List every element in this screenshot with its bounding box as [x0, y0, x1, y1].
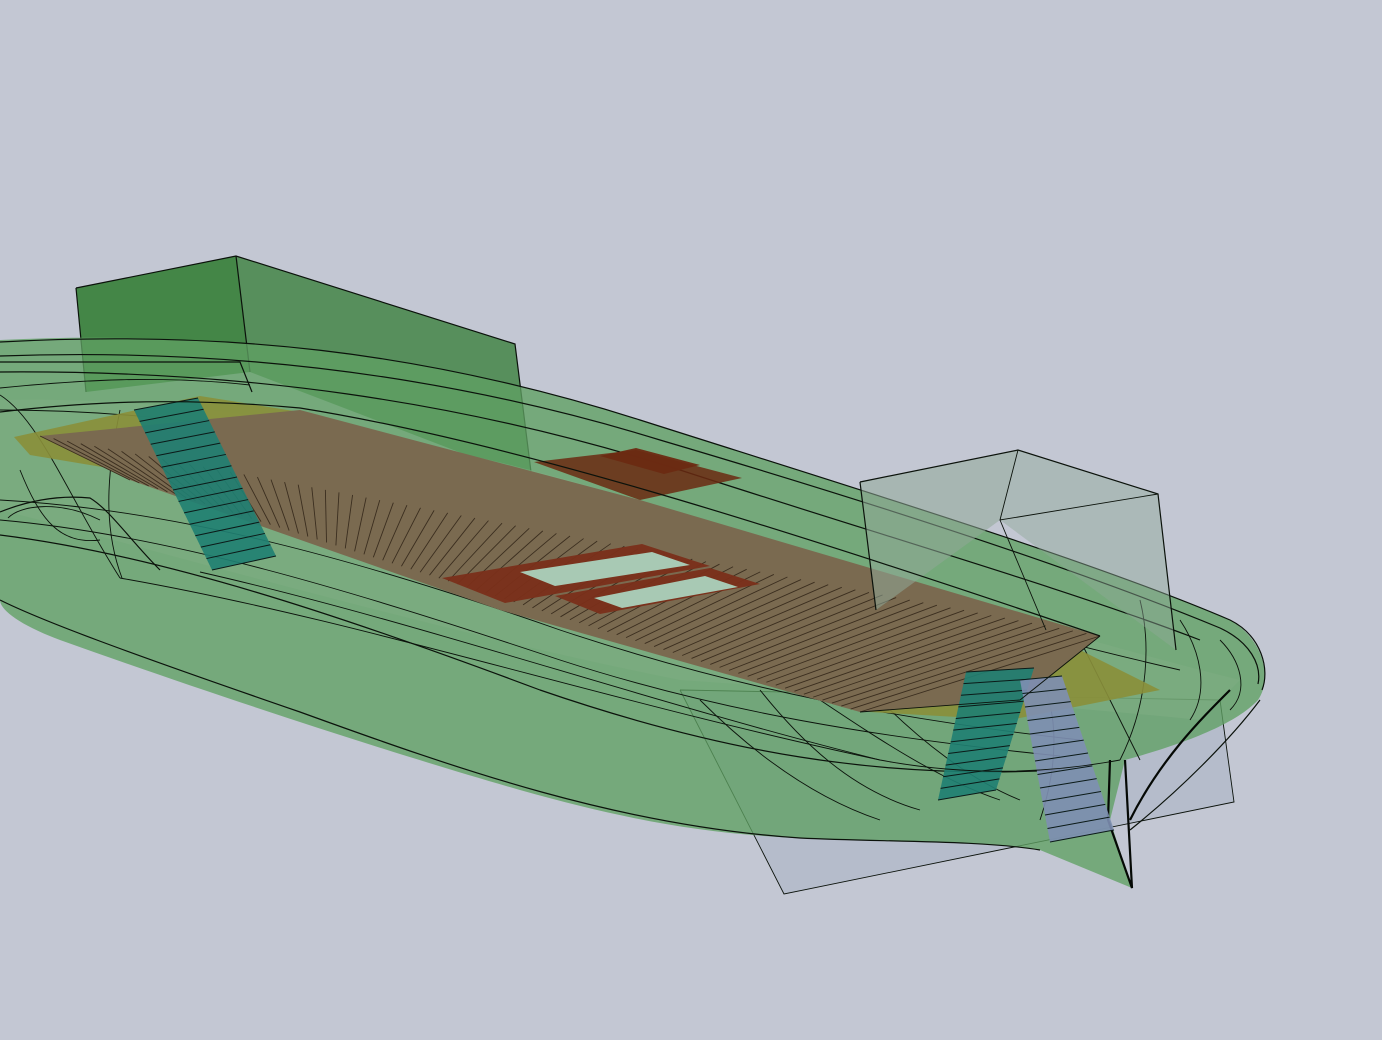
ship-model-view[interactable] — [0, 0, 1382, 1040]
cad-3d-viewport[interactable] — [0, 0, 1382, 1040]
